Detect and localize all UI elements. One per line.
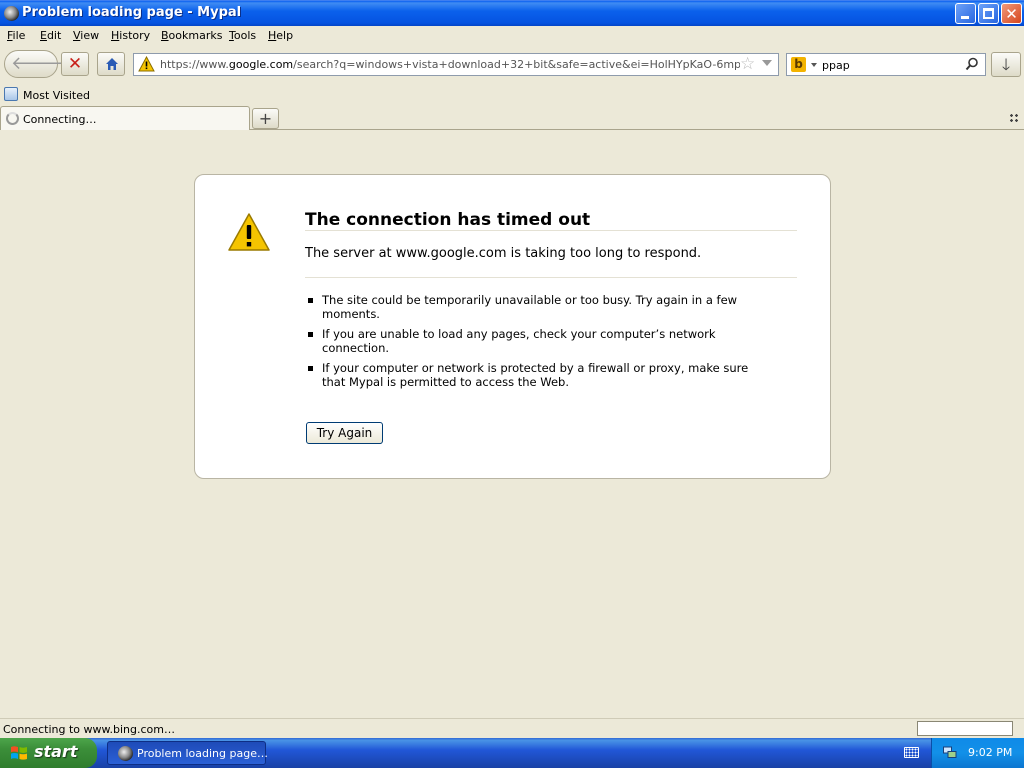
menu-file[interactable]: File xyxy=(7,29,25,42)
page-content: The connection has timed out The server … xyxy=(0,130,1024,718)
maximize-icon xyxy=(983,8,994,19)
mypal-app-icon[interactable] xyxy=(4,6,19,21)
mypal-icon xyxy=(118,746,133,761)
taskbar-item-label: Problem loading page… xyxy=(137,747,268,760)
insecure-warning-icon[interactable] xyxy=(138,56,155,72)
navigation-toolbar: 🡐 🡒 ✕ https://www.google.com/search?q=wi… xyxy=(0,46,1024,84)
search-bar[interactable]: b ppap xyxy=(786,53,986,76)
download-button[interactable]: 🡓 xyxy=(991,52,1021,77)
bookmark-star-icon[interactable]: ☆ xyxy=(740,55,755,74)
tab-strip: Connecting… + xyxy=(0,106,1024,130)
search-engine-dropdown-icon[interactable] xyxy=(811,63,817,67)
minimize-icon xyxy=(961,16,969,19)
title-bar[interactable]: Problem loading page - Mypal ✕ xyxy=(0,0,1024,26)
error-panel: The connection has timed out The server … xyxy=(194,174,831,479)
url-history-dropdown-icon[interactable] xyxy=(762,60,772,66)
home-icon xyxy=(106,58,118,70)
stop-icon: ✕ xyxy=(67,54,83,74)
menu-history[interactable]: History xyxy=(111,29,150,42)
maximize-button[interactable] xyxy=(978,3,999,24)
tab-groups-icon[interactable] xyxy=(1009,113,1019,123)
window-title: Problem loading page - Mypal xyxy=(22,5,242,20)
title-divider xyxy=(305,230,797,231)
tab-label: Connecting… xyxy=(23,113,97,126)
new-tab-button[interactable]: + xyxy=(252,108,279,129)
search-input[interactable]: ppap xyxy=(822,59,850,72)
start-label: start xyxy=(34,742,78,761)
search-icon[interactable] xyxy=(965,57,979,71)
minimize-button[interactable] xyxy=(955,3,976,24)
menu-bookmarks[interactable]: Bookmarks xyxy=(161,29,222,42)
url-text[interactable]: https://www.google.com/search?q=windows+… xyxy=(160,58,740,71)
status-bar: Connecting to www.bing.com… xyxy=(0,718,1024,738)
warning-icon xyxy=(228,213,270,251)
status-progress-box xyxy=(917,721,1013,736)
most-visited-icon xyxy=(4,87,18,101)
network-icon[interactable] xyxy=(943,746,957,759)
suggestion-item: The site could be temporarily unavailabl… xyxy=(305,293,765,321)
menu-view[interactable]: View xyxy=(73,29,99,42)
loading-spinner-icon xyxy=(6,112,19,125)
home-button[interactable] xyxy=(97,52,125,76)
menu-tools[interactable]: Tools xyxy=(229,29,256,42)
stop-button[interactable]: ✕ xyxy=(61,52,89,76)
address-bar[interactable]: https://www.google.com/search?q=windows+… xyxy=(133,53,779,76)
bookmarks-toolbar: Most Visited xyxy=(0,84,1024,106)
suggestion-item: If your computer or network is protected… xyxy=(305,361,765,389)
error-description: The server at www.google.com is taking t… xyxy=(305,246,702,261)
description-divider xyxy=(305,277,797,278)
clock[interactable]: 9:02 PM xyxy=(968,746,1012,759)
taskbar-item-mypal[interactable]: Problem loading page… xyxy=(107,741,268,765)
download-icon: 🡓 xyxy=(1001,55,1011,74)
close-button[interactable]: ✕ xyxy=(1001,3,1022,24)
suggestion-item: If you are unable to load any pages, che… xyxy=(305,327,765,355)
tab-connecting[interactable]: Connecting… xyxy=(0,106,250,130)
try-again-button[interactable]: Try Again xyxy=(306,422,383,444)
close-icon: ✕ xyxy=(1005,5,1018,23)
bing-engine-icon[interactable]: b xyxy=(791,57,806,72)
back-forward-group: 🡐 🡒 xyxy=(4,50,84,78)
error-title: The connection has timed out xyxy=(305,210,591,230)
menu-help[interactable]: Help xyxy=(268,29,293,42)
suggestion-list: The site could be temporarily unavailabl… xyxy=(305,293,765,395)
taskbar: start Problem loading page… 9:02 PM xyxy=(0,738,1024,768)
windows-logo-icon xyxy=(11,746,27,760)
system-tray: 9:02 PM xyxy=(931,738,1024,768)
menu-edit[interactable]: Edit xyxy=(40,29,61,42)
bookmark-most-visited[interactable]: Most Visited xyxy=(23,89,90,102)
status-text: Connecting to www.bing.com… xyxy=(3,723,175,736)
start-button[interactable]: start xyxy=(0,738,97,768)
menu-bar: File Edit View History Bookmarks Tools H… xyxy=(0,26,1024,46)
keyboard-icon[interactable] xyxy=(904,747,919,758)
